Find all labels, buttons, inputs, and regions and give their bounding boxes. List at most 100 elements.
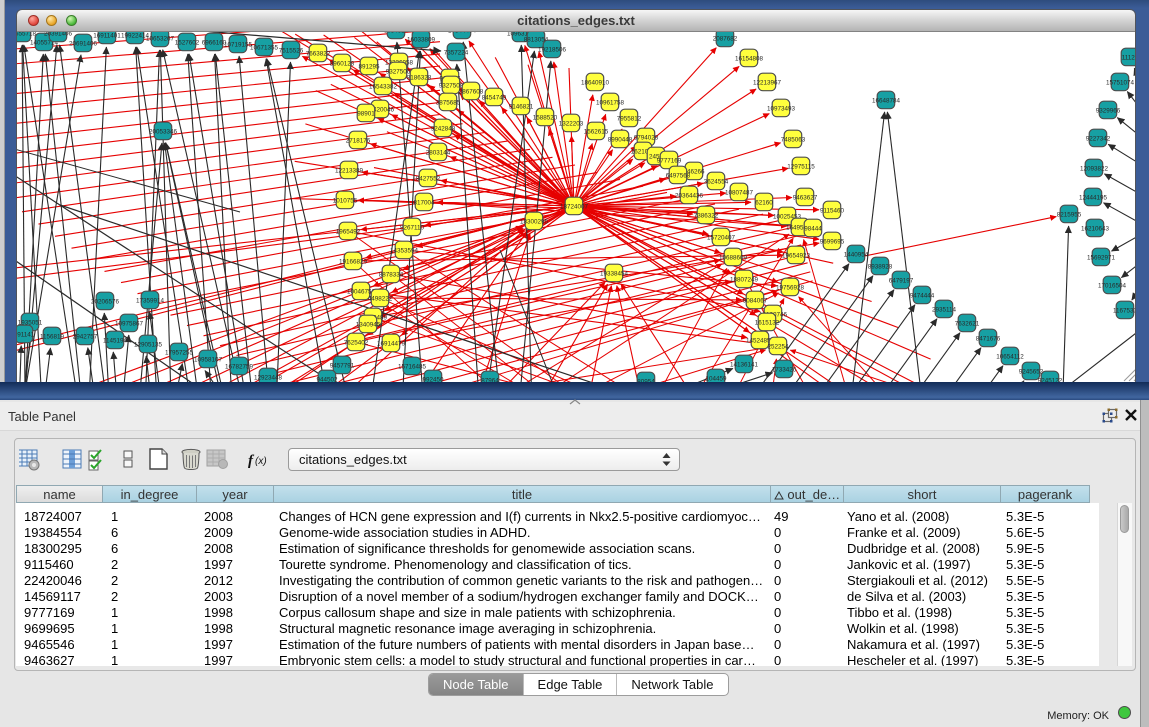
svg-text:6497568: 6497568 bbox=[666, 173, 691, 180]
svg-text:7515526: 7515526 bbox=[279, 48, 304, 55]
svg-text:817004: 817004 bbox=[413, 200, 435, 207]
svg-text:10654112: 10654112 bbox=[996, 354, 1024, 361]
svg-text:6479197: 6479197 bbox=[889, 278, 914, 285]
svg-text:4498222: 4498222 bbox=[368, 296, 393, 303]
svg-text:12923448: 12923448 bbox=[254, 375, 283, 382]
svg-text:1145194: 1145194 bbox=[103, 338, 128, 345]
svg-text:12213389: 12213389 bbox=[335, 168, 364, 175]
svg-text:891295: 891295 bbox=[358, 64, 380, 71]
svg-text:f: f bbox=[248, 453, 255, 469]
svg-text:9054914: 9054914 bbox=[384, 32, 409, 35]
svg-text:9146821: 9146821 bbox=[509, 104, 534, 111]
svg-text:12975115: 12975115 bbox=[787, 164, 815, 171]
svg-text:17957255: 17957255 bbox=[165, 350, 194, 357]
svg-text:18300295: 18300295 bbox=[520, 219, 549, 226]
svg-text:1322203: 1322203 bbox=[559, 121, 584, 128]
svg-text:18807249: 18807249 bbox=[730, 277, 759, 284]
svg-text:98901: 98901 bbox=[357, 111, 375, 118]
svg-text:9227342: 9227342 bbox=[1086, 136, 1111, 143]
svg-text:16782759: 16782759 bbox=[225, 364, 254, 371]
svg-text:20206576: 20206576 bbox=[91, 299, 120, 306]
svg-text:9245652: 9245652 bbox=[1019, 369, 1044, 376]
svg-text:20691406: 20691406 bbox=[69, 41, 98, 48]
svg-text:16543382: 16543382 bbox=[369, 84, 398, 91]
svg-text:9242848: 9242848 bbox=[431, 126, 456, 133]
svg-text:62160: 62160 bbox=[755, 200, 773, 207]
svg-text:11125: 11125 bbox=[1122, 55, 1135, 62]
svg-text:8878334: 8878334 bbox=[379, 272, 404, 279]
svg-text:1010755: 1010755 bbox=[333, 198, 358, 205]
svg-text:1965492: 1965492 bbox=[336, 229, 361, 236]
svg-text:20391406: 20391406 bbox=[44, 32, 73, 38]
svg-text:1527602: 1527602 bbox=[175, 40, 200, 47]
svg-text:12213967: 12213967 bbox=[753, 80, 782, 87]
svg-text:16648784: 16648784 bbox=[872, 98, 901, 105]
svg-text:19338454: 19338454 bbox=[600, 271, 629, 278]
svg-text:8960128: 8960128 bbox=[330, 61, 355, 68]
svg-text:9463627: 9463627 bbox=[793, 195, 818, 202]
svg-text:9699695: 9699695 bbox=[820, 239, 845, 246]
svg-text:1167533: 1167533 bbox=[1113, 308, 1135, 315]
svg-text:1615132: 1615132 bbox=[755, 320, 780, 327]
svg-text:12093822: 12093822 bbox=[1080, 166, 1109, 173]
svg-text:8186328: 8186328 bbox=[407, 75, 432, 82]
svg-text:1562615: 1562615 bbox=[584, 129, 609, 136]
svg-text:8454749: 8454749 bbox=[482, 95, 507, 102]
svg-text:10688609: 10688609 bbox=[719, 255, 748, 262]
svg-text:1340945: 1340945 bbox=[356, 322, 381, 329]
svg-text:15692971: 15692971 bbox=[1087, 255, 1116, 262]
svg-text:8471676: 8471676 bbox=[976, 336, 1001, 343]
svg-text:8427552: 8427552 bbox=[416, 176, 441, 183]
svg-text:19218506: 19218506 bbox=[538, 47, 567, 54]
svg-text:1588520: 1588520 bbox=[533, 115, 558, 122]
svg-text:98444: 98444 bbox=[804, 226, 822, 233]
svg-text:20364436: 20364436 bbox=[675, 193, 704, 200]
svg-text:10975867: 10975867 bbox=[115, 321, 144, 328]
svg-text:1440954: 1440954 bbox=[844, 252, 869, 259]
svg-text:10719155: 10719155 bbox=[224, 42, 253, 49]
svg-text:8267110: 8267110 bbox=[400, 225, 425, 232]
svg-text:12444195: 12444195 bbox=[1079, 195, 1108, 202]
svg-text:17359914: 17359914 bbox=[136, 298, 165, 305]
svg-text:10653267: 10653267 bbox=[146, 36, 175, 43]
svg-text:18640910: 18640910 bbox=[581, 80, 610, 87]
svg-text:8990448: 8990448 bbox=[608, 137, 633, 144]
svg-text:9474444: 9474444 bbox=[910, 293, 935, 300]
svg-text:9457791: 9457791 bbox=[330, 363, 355, 370]
svg-text:14136141: 14136141 bbox=[730, 362, 759, 369]
svg-text:7663822: 7663822 bbox=[306, 51, 331, 58]
svg-text:10961758: 10961758 bbox=[596, 100, 625, 107]
svg-text:10973493: 10973493 bbox=[767, 106, 796, 113]
svg-text:19756928: 19756928 bbox=[776, 285, 805, 292]
svg-text:10671355: 10671355 bbox=[250, 45, 279, 52]
svg-text:8215955: 8215955 bbox=[1057, 212, 1082, 219]
svg-text:16210643: 16210643 bbox=[1081, 226, 1110, 233]
svg-text:12905135: 12905135 bbox=[134, 342, 163, 349]
svg-text:2087682: 2087682 bbox=[713, 36, 738, 43]
svg-text:252254: 252254 bbox=[767, 344, 789, 351]
svg-text:1733426: 1733426 bbox=[772, 367, 797, 374]
svg-text:18724007: 18724007 bbox=[560, 204, 589, 211]
svg-text:6794028: 6794028 bbox=[634, 135, 659, 142]
svg-text:16914479: 16914479 bbox=[377, 341, 406, 348]
svg-text:9115460: 9115460 bbox=[820, 208, 845, 215]
svg-text:20053346: 20053346 bbox=[149, 129, 178, 136]
svg-text:17016504: 17016504 bbox=[1098, 283, 1127, 290]
svg-text:3875685: 3875685 bbox=[436, 100, 461, 107]
svg-text:16911401: 16911401 bbox=[93, 33, 121, 40]
svg-text:19166829: 19166829 bbox=[339, 259, 368, 266]
svg-text:19654923: 19654923 bbox=[782, 253, 811, 260]
svg-text:9329966: 9329966 bbox=[1096, 108, 1121, 115]
svg-text:2718176: 2718176 bbox=[346, 138, 371, 145]
svg-text:7625402: 7625402 bbox=[344, 340, 369, 347]
svg-text:14555718: 14555718 bbox=[17, 32, 36, 38]
svg-text:15716485: 15716485 bbox=[398, 364, 427, 371]
svg-text:7357224: 7357224 bbox=[444, 50, 469, 57]
svg-text:9777169: 9777169 bbox=[657, 158, 682, 165]
svg-text:10958107: 10958107 bbox=[194, 357, 223, 364]
svg-text:7955812: 7955812 bbox=[617, 116, 642, 123]
svg-text:2942757: 2942757 bbox=[73, 334, 98, 341]
svg-text:2935114: 2935114 bbox=[932, 307, 957, 314]
svg-text:8938928: 8938928 bbox=[868, 264, 893, 271]
svg-text:2803144: 2803144 bbox=[426, 150, 451, 157]
